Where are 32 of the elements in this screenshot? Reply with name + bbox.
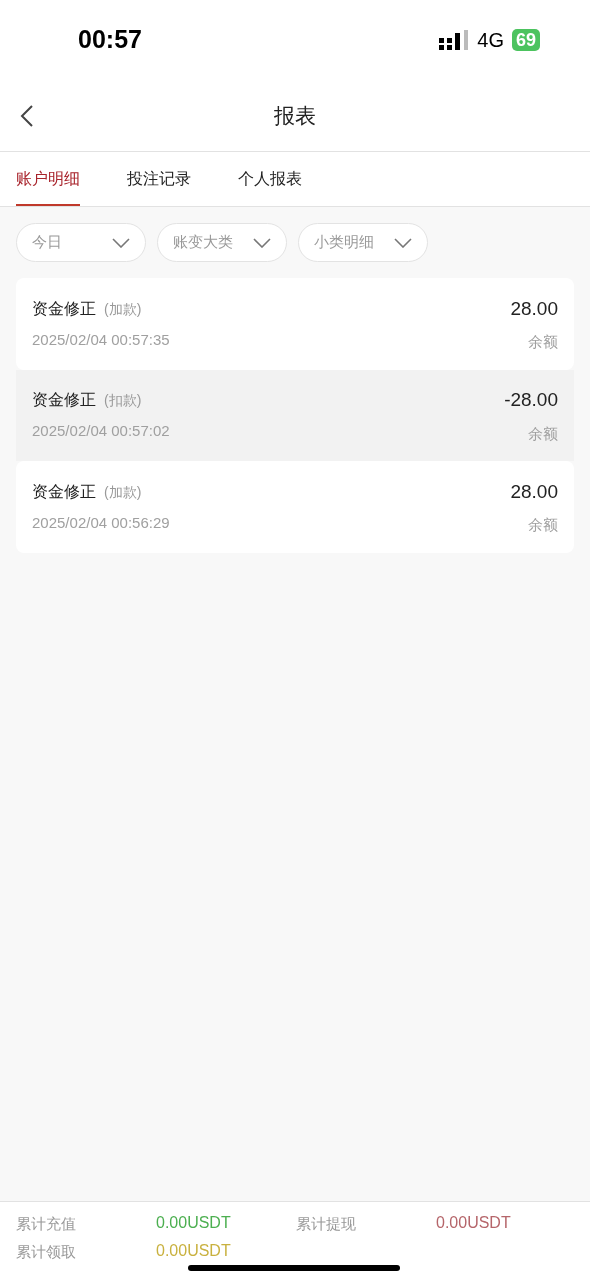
summary-value: 0.00USDT xyxy=(436,1214,511,1233)
record-title: 资金修正 xyxy=(32,481,96,502)
record-time: 2025/02/04 00:57:35 xyxy=(32,329,170,350)
record-type: (加款) xyxy=(104,299,142,319)
tab[interactable]: 个人报表 xyxy=(238,152,302,206)
page-title: 报表 xyxy=(274,102,316,129)
balance-label: 余额 xyxy=(528,515,558,535)
record-time: 2025/02/04 00:57:02 xyxy=(32,421,170,442)
tab[interactable]: 账户明细 xyxy=(16,152,80,206)
chevron-down-icon xyxy=(394,237,412,248)
summary-value: 0.00USDT xyxy=(156,1242,231,1261)
battery-indicator: 69 xyxy=(511,29,540,51)
tab[interactable]: 投注记录 xyxy=(127,152,191,206)
status-time: 00:57 xyxy=(78,24,142,56)
record-title: 资金修正 xyxy=(32,390,96,411)
summary-label: 累计领取 xyxy=(16,1242,77,1262)
signal-icon xyxy=(439,30,470,50)
record-time: 2025/02/04 00:56:29 xyxy=(32,512,170,533)
record-amount: 28.00 xyxy=(510,296,558,321)
record-amount: 28.00 xyxy=(510,479,558,504)
balance-label: 余额 xyxy=(528,423,558,444)
record-type: (加款) xyxy=(104,482,142,502)
summary-label: 累计充值 xyxy=(16,1214,77,1234)
record-amount: -28.00 xyxy=(504,388,558,412)
record-title: 资金修正 xyxy=(32,298,96,319)
chevron-down-icon xyxy=(253,237,271,248)
chevron-down-icon xyxy=(112,237,130,248)
summary-label: 累计提现 xyxy=(296,1214,357,1234)
summary-value: 0.00USDT xyxy=(156,1214,231,1233)
network-label: 4G xyxy=(477,28,504,53)
record-type: (扣款) xyxy=(104,391,142,411)
balance-label: 余额 xyxy=(528,332,558,352)
